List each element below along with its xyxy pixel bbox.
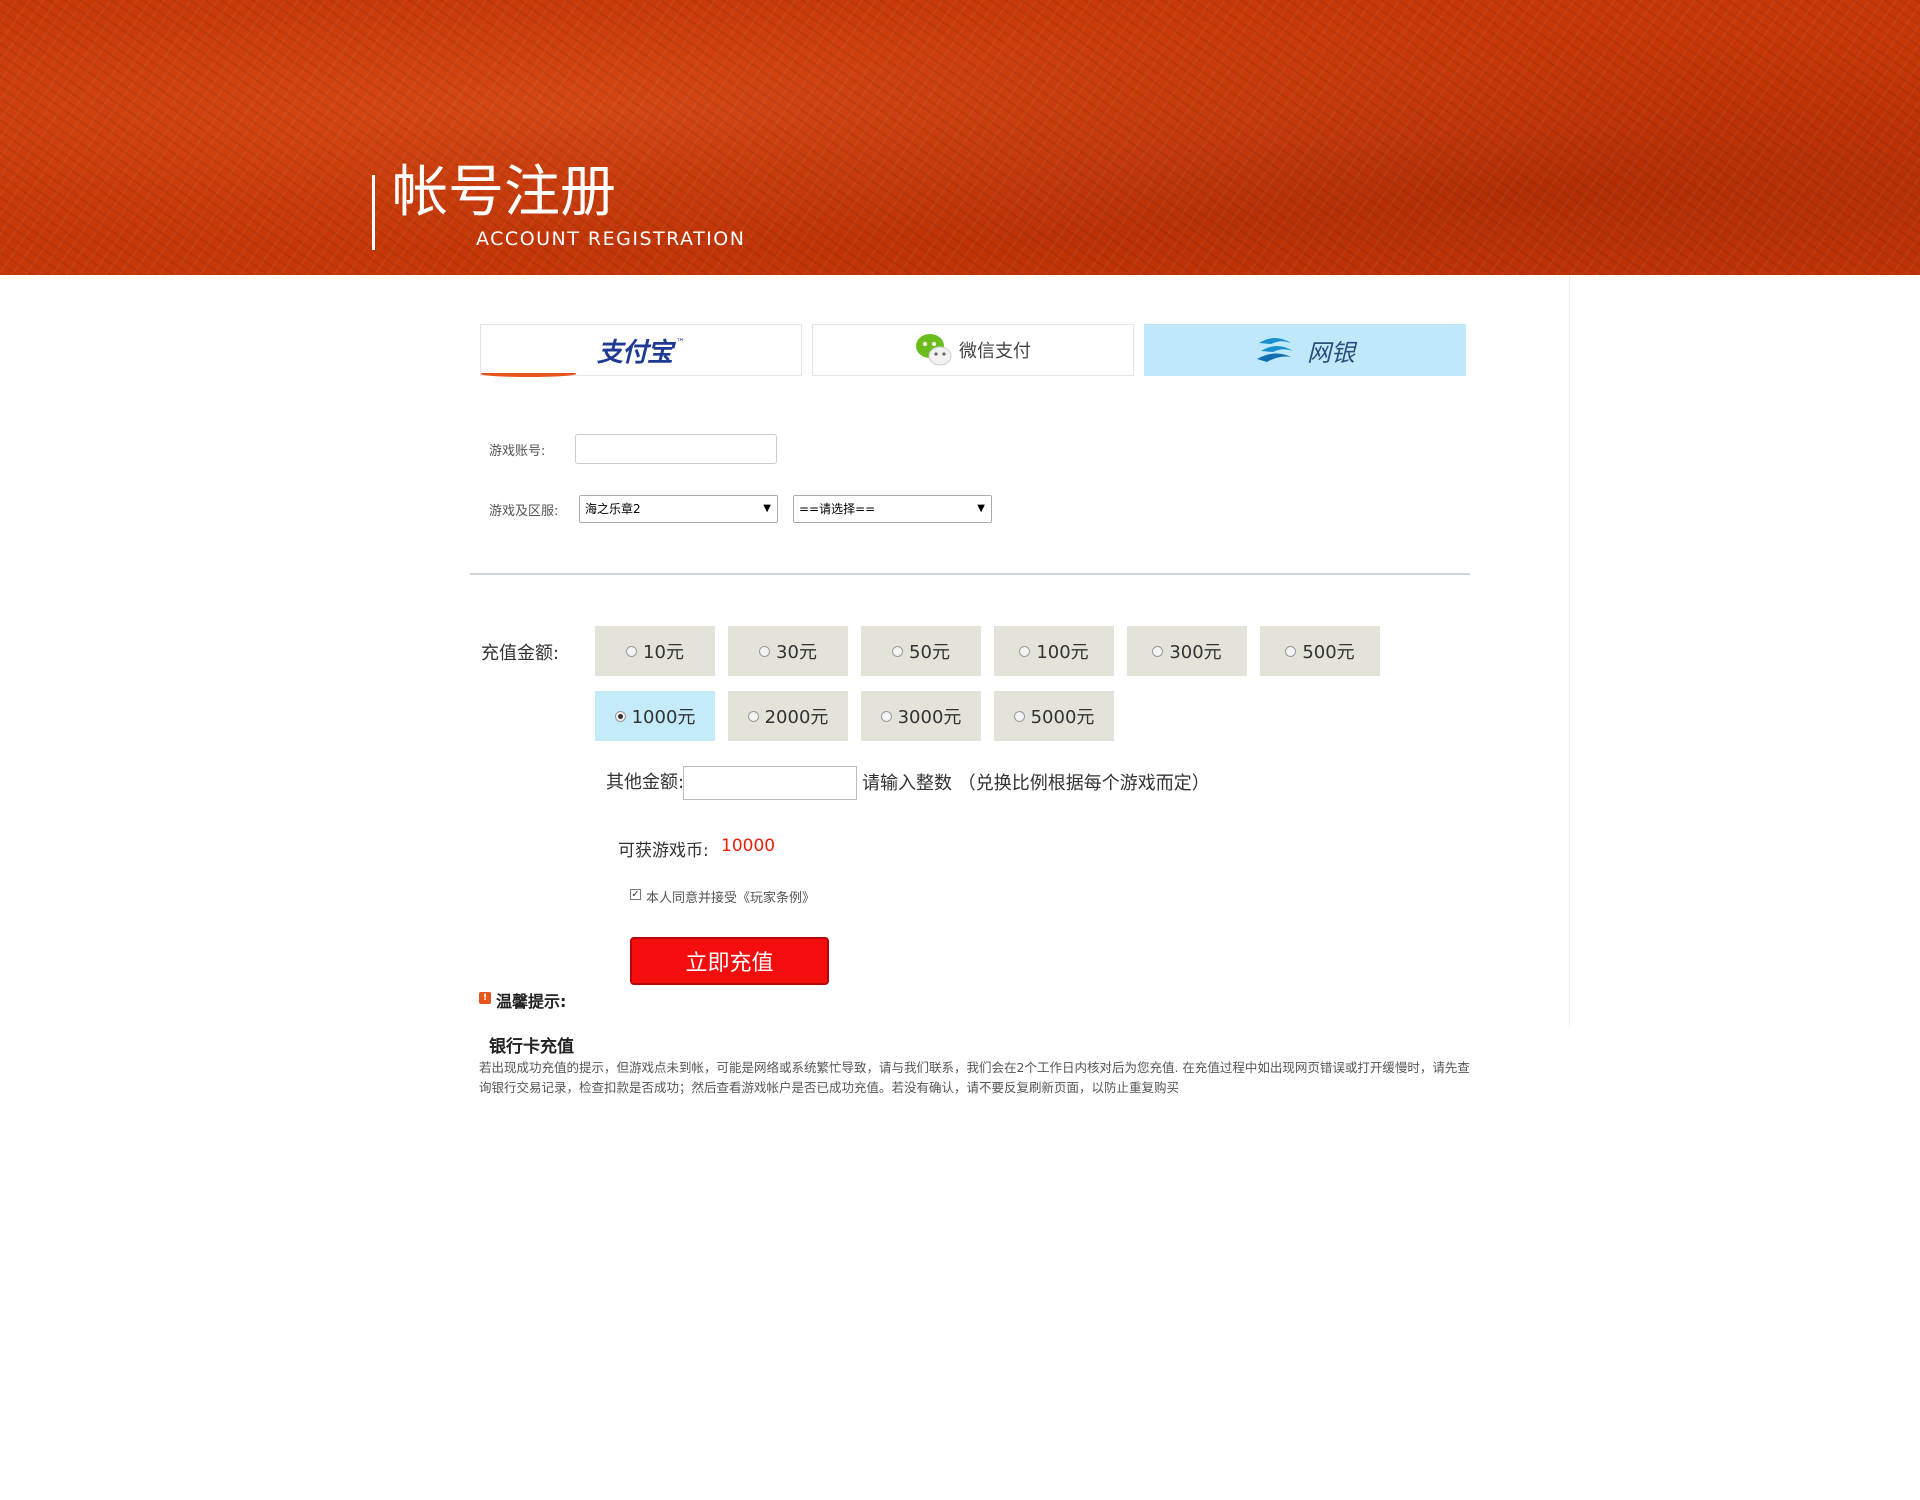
tab-online-bank[interactable]: 网银 bbox=[1144, 324, 1466, 376]
coins-value: 10000 bbox=[721, 836, 776, 856]
other-amount-input[interactable] bbox=[683, 766, 857, 800]
radio-icon bbox=[892, 645, 904, 657]
page-subtitle: ACCOUNT REGISTRATION bbox=[476, 228, 746, 250]
amount-label: 充值金额: bbox=[481, 643, 560, 664]
amount-option[interactable]: 2000元 bbox=[728, 691, 848, 741]
chevron-down-icon: ▼ bbox=[763, 503, 771, 514]
wechat-icon bbox=[916, 334, 952, 366]
recharge-submit-button[interactable]: 立即充值 bbox=[630, 937, 829, 985]
amount-option[interactable]: 10元 bbox=[595, 626, 715, 676]
other-amount-label: 其他金额: bbox=[606, 772, 685, 793]
radio-icon bbox=[759, 645, 771, 657]
bank-logo-icon bbox=[1257, 338, 1293, 362]
radio-icon bbox=[626, 645, 638, 657]
amount-option[interactable]: 50元 bbox=[861, 626, 981, 676]
amount-option[interactable]: 3000元 bbox=[861, 691, 981, 741]
amount-option[interactable]: 500元 bbox=[1260, 626, 1380, 676]
section-divider bbox=[470, 573, 1470, 575]
game-select[interactable]: 海之乐章2 ▼ bbox=[579, 495, 778, 523]
radio-icon bbox=[1285, 645, 1297, 657]
other-amount-hint: 请输入整数 （兑换比例根据每个游戏而定） bbox=[862, 773, 1210, 794]
amount-option[interactable]: 100元 bbox=[994, 626, 1114, 676]
banner-divider bbox=[372, 175, 375, 250]
tab-alipay[interactable]: 支付宝 ™ bbox=[480, 324, 802, 377]
wechat-pay-label: 微信支付 bbox=[959, 341, 1031, 362]
radio-icon bbox=[1013, 710, 1025, 722]
tips-body: 若出现成功充值的提示，但游戏点未到帐，可能是网络或系统繁忙导致，请与我们联系，我… bbox=[479, 1060, 1470, 1095]
online-bank-label: 网银 bbox=[1307, 338, 1355, 367]
content-right-border bbox=[1569, 275, 1570, 1027]
server-select[interactable]: ==请选择== ▼ bbox=[793, 495, 992, 523]
radio-icon bbox=[747, 710, 759, 722]
account-label: 游戏账号: bbox=[489, 444, 546, 459]
chevron-down-icon: ▼ bbox=[977, 503, 985, 514]
header-banner: 帐号注册 ACCOUNT REGISTRATION bbox=[0, 0, 1920, 275]
page-title: 帐号注册 bbox=[392, 160, 616, 225]
coins-label: 可获游戏币: bbox=[618, 841, 709, 861]
warning-icon: ! bbox=[479, 992, 491, 1004]
radio-checked-icon bbox=[614, 710, 626, 722]
account-input[interactable] bbox=[575, 434, 777, 464]
radio-icon bbox=[1019, 645, 1031, 657]
amount-option[interactable]: 30元 bbox=[728, 626, 848, 676]
agree-checkbox[interactable]: ✓ bbox=[630, 889, 641, 900]
radio-icon bbox=[880, 710, 892, 722]
bank-card-title: 银行卡充值 bbox=[489, 1037, 574, 1057]
alipay-logo: 支付宝 ™ bbox=[481, 332, 685, 377]
amount-option[interactable]: 5000元 bbox=[994, 691, 1114, 741]
tab-wechat-pay[interactable]: 微信支付 bbox=[812, 324, 1134, 376]
server-label: 游戏及区服: bbox=[489, 504, 559, 519]
tips-title: 温馨提示: bbox=[496, 992, 567, 1011]
radio-icon bbox=[1152, 645, 1164, 657]
amount-option-selected[interactable]: 1000元 bbox=[595, 691, 715, 741]
agree-label[interactable]: 本人同意并接受《玩家条例》 bbox=[646, 887, 815, 906]
amount-option[interactable]: 300元 bbox=[1127, 626, 1247, 676]
